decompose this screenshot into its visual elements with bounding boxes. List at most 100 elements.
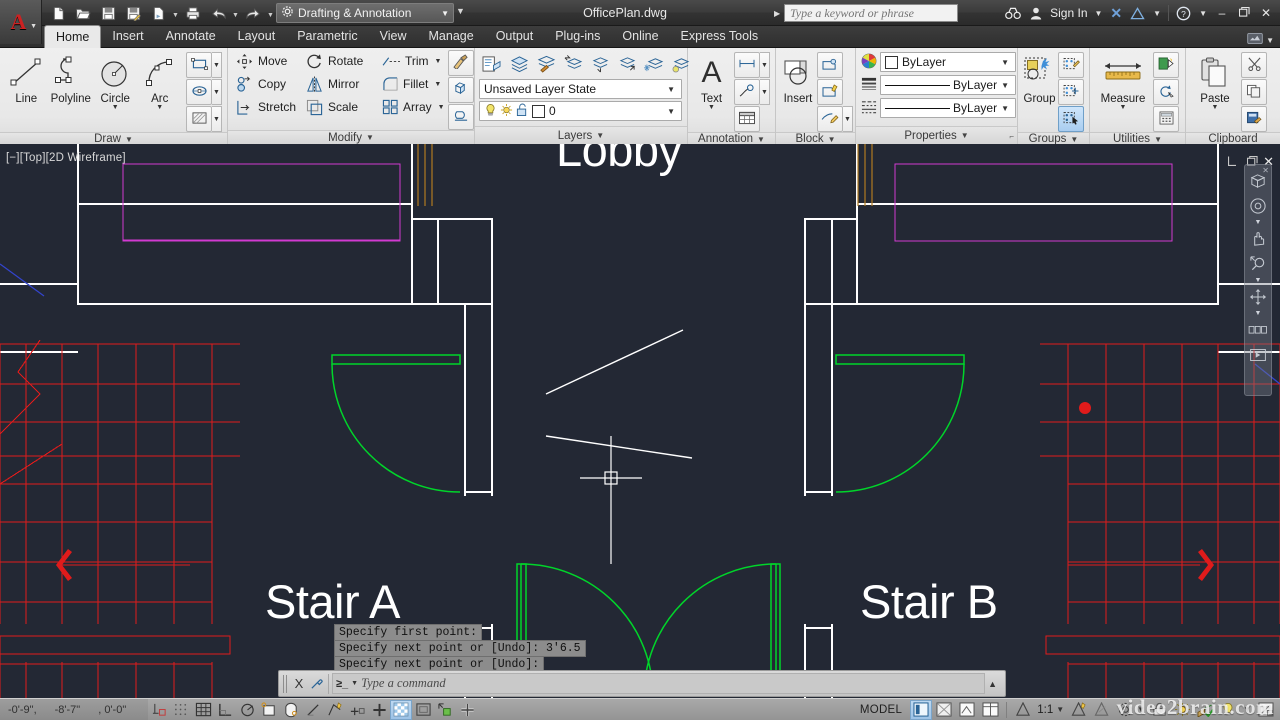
orbit-icon[interactable] [1246, 285, 1270, 309]
orbit-dropdown-icon[interactable]: ▼ [1255, 310, 1262, 317]
command-line[interactable]: X ≥_ ▼ Type a command ▲ [278, 670, 1006, 697]
search-binoculars-icon[interactable] [1002, 7, 1024, 20]
tab-output[interactable]: Output [485, 25, 545, 47]
search-box[interactable] [784, 4, 958, 22]
ungroup-button[interactable] [1058, 52, 1084, 78]
navbar-close-icon[interactable]: ✕ [1262, 166, 1269, 175]
sign-in-dropdown-icon[interactable]: ▼ [1092, 9, 1106, 18]
grid-display-toggle[interactable] [192, 700, 214, 720]
draw-hatch-button[interactable] [186, 106, 212, 132]
command-input-placeholder[interactable]: Type a command [361, 676, 445, 691]
paste-button[interactable]: Paste ▼ [1191, 52, 1239, 111]
polar-tracking-toggle[interactable] [236, 700, 258, 720]
block-edit-attribute-dropdown[interactable]: ▼ [843, 106, 853, 132]
group-edit-button[interactable] [1058, 79, 1084, 105]
unlock-icon[interactable] [516, 103, 528, 120]
chevron-down-icon[interactable]: ▼ [1070, 135, 1078, 144]
layer-previous-button[interactable] [560, 51, 586, 77]
save-as-icon[interactable] [121, 2, 145, 24]
zoom-extents-icon[interactable] [1246, 252, 1270, 276]
lineweight-icon[interactable] [861, 76, 877, 95]
dynamic-input-toggle[interactable] [346, 700, 368, 720]
draw-rectangle-button[interactable] [186, 52, 212, 78]
paste-special-button[interactable] [1241, 106, 1267, 132]
search-input[interactable] [790, 5, 957, 21]
viewport-minimize-icon[interactable] [1227, 156, 1240, 169]
export-icon[interactable] [146, 2, 170, 24]
quick-calc-alt-button[interactable] [1153, 79, 1179, 105]
paste-dropdown-icon[interactable]: ▼ [1212, 104, 1219, 111]
copy-clip-button[interactable] [1241, 79, 1267, 105]
isolate-objects-icon[interactable] [1194, 700, 1216, 720]
chevron-down-icon[interactable]: ▼ [663, 107, 679, 116]
model-space-label[interactable]: MODEL [853, 704, 909, 716]
chevron-down-icon[interactable]: ▼ [441, 9, 449, 18]
undo-dropdown[interactable]: ▼ [231, 2, 240, 24]
modify-scale-button[interactable]: Scale [303, 96, 381, 118]
workspace-switch-dropdown-icon[interactable]: ▼ [1137, 705, 1147, 714]
modify-copy-button[interactable]: Copy [233, 73, 303, 95]
selection-cycling-toggle[interactable] [412, 700, 434, 720]
group-selection-button[interactable] [1058, 106, 1084, 132]
restore-button[interactable] [1234, 6, 1254, 20]
hardware-acceleration-icon[interactable] [1171, 700, 1193, 720]
layer-make-current-button[interactable] [506, 51, 532, 77]
block-edit-button[interactable] [817, 79, 843, 105]
dynamic-ucs-toggle[interactable] [324, 700, 346, 720]
infer-constraints-toggle[interactable] [148, 700, 170, 720]
annotation-visibility-toggle[interactable] [1068, 700, 1090, 720]
modify-fillet-button[interactable]: Fillet ▼ [381, 73, 443, 95]
annotation-table-button[interactable] [734, 106, 760, 132]
autodesk-360-icon[interactable] [1127, 6, 1148, 20]
showmotion-icon[interactable] [1246, 318, 1270, 342]
3d-object-snap-toggle[interactable] [280, 700, 302, 720]
draw-arc-dropdown-icon[interactable]: ▼ [156, 104, 163, 111]
panel-properties-dialog-launcher[interactable]: ⌐ [1009, 132, 1014, 141]
coordinate-display[interactable]: -0'-9", -8'-7" , 0'-0" [0, 698, 148, 720]
model-space-toggle[interactable] [910, 699, 933, 720]
block-create-button[interactable] [817, 52, 843, 78]
layer-unisolate-button[interactable] [614, 51, 640, 77]
calculator-button[interactable] [1153, 106, 1179, 132]
snap-mode-toggle[interactable] [170, 700, 192, 720]
auto-scale-toggle[interactable] [1091, 700, 1113, 720]
save-icon[interactable] [96, 2, 120, 24]
sun-icon[interactable] [500, 103, 513, 120]
group-button[interactable]: Group [1023, 52, 1056, 105]
draw-arc-button[interactable]: Arc ▼ [139, 52, 182, 111]
measure-dropdown-icon[interactable]: ▼ [1120, 104, 1127, 111]
annotation-leader-button[interactable] [734, 79, 760, 105]
workspace-overflow-icon[interactable]: ▼ [456, 6, 465, 16]
viewport-config-label[interactable]: [−][Top][2D Wireframe] [6, 152, 126, 164]
modify-stretch-button[interactable]: Stretch [233, 96, 303, 118]
chevron-down-icon[interactable]: ▼ [366, 133, 374, 142]
draw-ellipse-dropdown[interactable]: ▼ [212, 79, 222, 105]
drawing-viewport[interactable]: [−][Top][2D Wireframe] ✕ Lobby Stair A S… [0, 144, 1280, 698]
navigation-bar[interactable]: ✕ ▼ ▼ ▼ [1244, 164, 1272, 396]
steering-wheel-dropdown-icon[interactable]: ▼ [1255, 219, 1262, 226]
color-combo[interactable]: ByLayer ▼ [880, 52, 1016, 72]
tab-express-tools[interactable]: Express Tools [670, 25, 770, 47]
lineweight-combo[interactable]: ByLayer ▼ [880, 75, 1016, 95]
lineweight-toggle[interactable] [368, 700, 390, 720]
linetype-combo[interactable]: ByLayer ▼ [880, 98, 1016, 118]
quick-view-drawings-toggle[interactable] [956, 700, 978, 720]
annotation-scale-icon[interactable] [1012, 700, 1034, 720]
erase-button[interactable] [448, 104, 474, 130]
annotation-leader-dropdown[interactable]: ▼ [760, 79, 770, 105]
zoom-dropdown-icon[interactable]: ▼ [1255, 277, 1262, 284]
exchange-apps-icon[interactable]: ✕ [1107, 5, 1125, 22]
sign-in-link[interactable]: Sign In [1048, 6, 1089, 20]
draw-hatch-dropdown[interactable]: ▼ [212, 106, 222, 132]
current-layer-combo[interactable]: 0 ▼ [479, 101, 682, 121]
command-line-grip[interactable] [283, 674, 289, 693]
layer-color-swatch-icon[interactable] [532, 104, 545, 118]
layer-freeze-button[interactable] [641, 51, 667, 77]
chevron-down-icon[interactable]: ▼ [997, 104, 1013, 113]
cut-button[interactable] [1241, 52, 1267, 78]
ribbon-display-icon[interactable] [1247, 33, 1263, 47]
tab-layout[interactable]: Layout [227, 25, 287, 47]
modify-fillet-dropdown-icon[interactable]: ▼ [434, 81, 441, 88]
color-wheel-icon[interactable] [861, 53, 877, 72]
chevron-down-icon[interactable]: ▼ [1154, 135, 1162, 144]
